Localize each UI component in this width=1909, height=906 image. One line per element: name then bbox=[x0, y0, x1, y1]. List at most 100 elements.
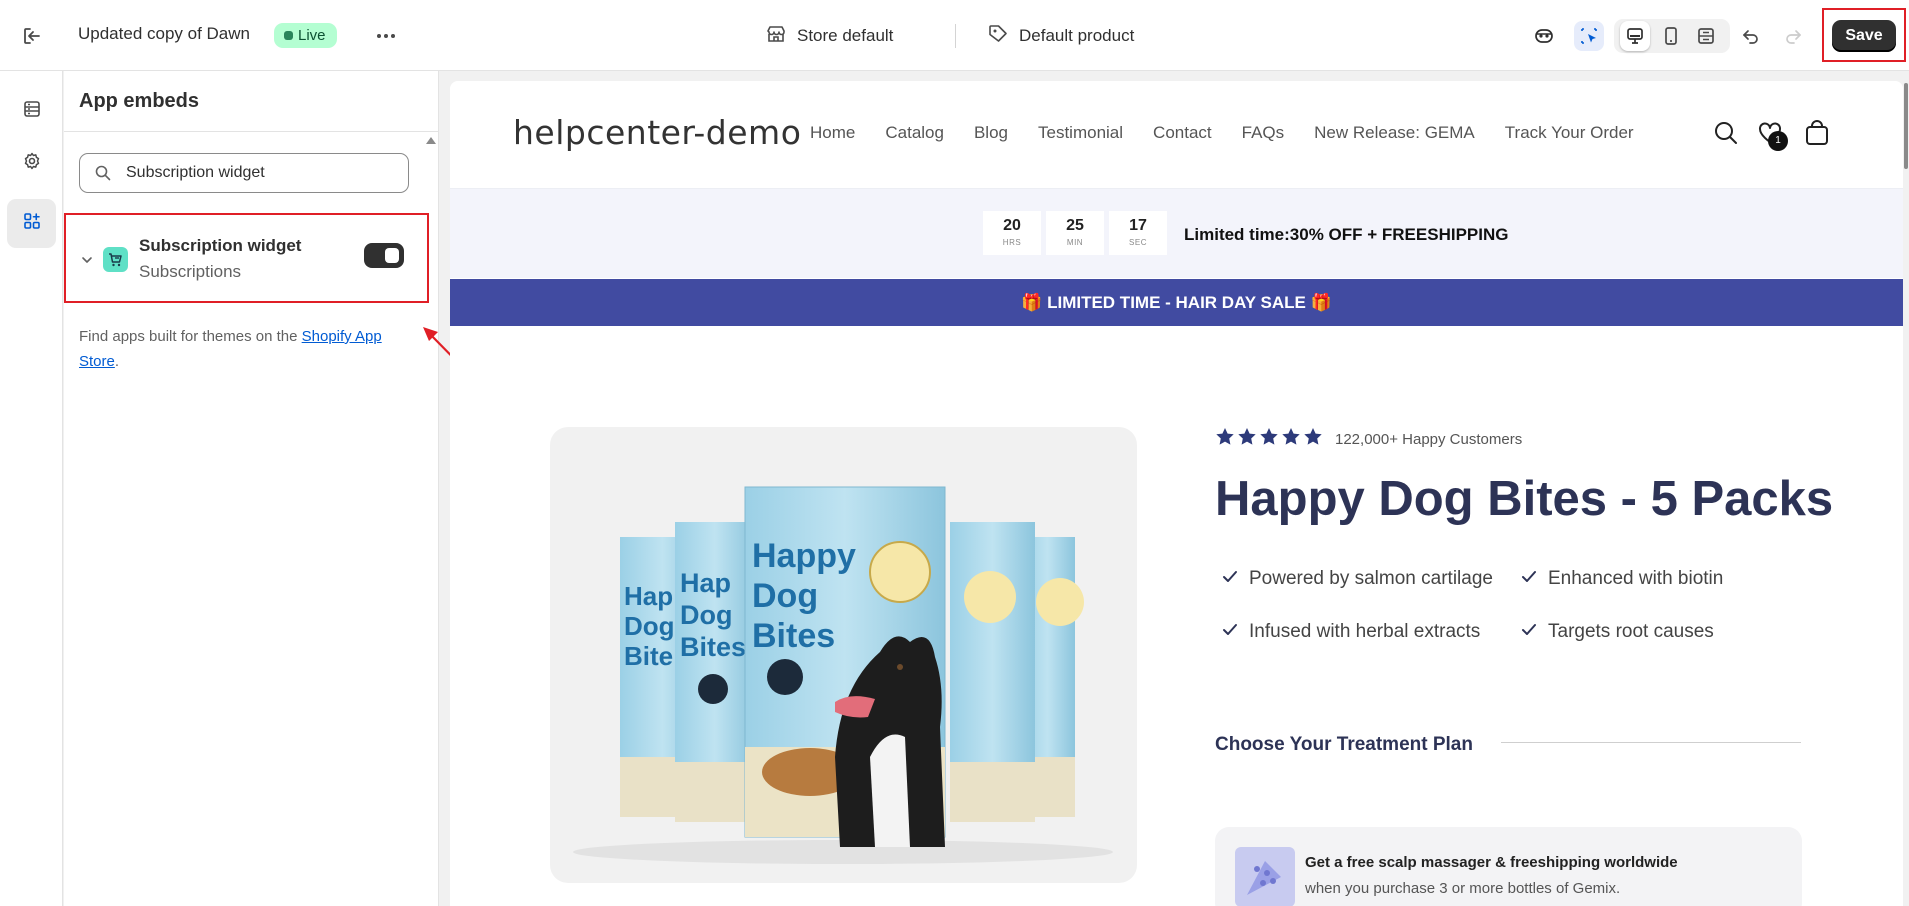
store-preview: helpcenter-demo Home Catalog Blog Testim… bbox=[450, 81, 1903, 906]
fullscreen-view-icon[interactable] bbox=[1691, 21, 1721, 51]
panel-title: App embeds bbox=[79, 90, 200, 112]
nav-track-order[interactable]: Track Your Order bbox=[1505, 123, 1634, 143]
countdown-bar: 20 HRS 25 MIN 17 SEC Limited time:30% OF… bbox=[450, 189, 1903, 278]
check-icon bbox=[1521, 568, 1537, 590]
rail-settings-button[interactable] bbox=[7, 139, 56, 188]
bag-text-line: Hap bbox=[680, 568, 731, 598]
hint-suffix: . bbox=[114, 353, 120, 370]
product-title: Happy Dog Bites - 5 Packs bbox=[1215, 472, 1834, 526]
wishlist-count-badge: 1 bbox=[1768, 131, 1788, 151]
nav-testimonial[interactable]: Testimonial bbox=[1038, 123, 1123, 143]
plan-heading-rule bbox=[1501, 742, 1801, 743]
rail-sections-button[interactable] bbox=[7, 87, 56, 136]
editor-topbar: Updated copy of Dawn Live Store default … bbox=[0, 0, 1909, 71]
save-button[interactable]: Save bbox=[1832, 20, 1896, 52]
panel-divider bbox=[64, 131, 439, 132]
check-icon bbox=[1222, 568, 1238, 590]
search-icon bbox=[94, 164, 112, 187]
store-search-icon[interactable] bbox=[1712, 119, 1740, 147]
dog-food-bags-illustration: Hap Dog Bite Hap Dog Bites Happy Dog Bit… bbox=[573, 486, 1113, 864]
chevron-down-icon[interactable] bbox=[80, 253, 94, 272]
benefit-text: Enhanced with biotin bbox=[1548, 568, 1724, 589]
countdown-seconds: 17 SEC bbox=[1109, 211, 1167, 255]
embed-app-name: Subscriptions bbox=[139, 262, 242, 281]
inspector-select-icon[interactable] bbox=[1574, 21, 1604, 51]
store-header: helpcenter-demo Home Catalog Blog Testim… bbox=[450, 81, 1903, 189]
search-input[interactable] bbox=[126, 162, 396, 184]
desktop-view-icon[interactable] bbox=[1620, 21, 1650, 51]
tag-icon bbox=[987, 23, 1009, 50]
store-nav: Home Catalog Blog Testimonial Contact FA… bbox=[810, 123, 1634, 143]
check-icon bbox=[1521, 621, 1537, 643]
countdown-hours-value: 20 bbox=[1003, 217, 1021, 234]
nav-blog[interactable]: Blog bbox=[974, 123, 1008, 143]
exit-icon[interactable] bbox=[20, 24, 44, 48]
countdown-hours-unit: HRS bbox=[1002, 238, 1022, 247]
treatment-plan-heading: Choose Your Treatment Plan bbox=[1215, 734, 1473, 755]
more-actions-icon[interactable] bbox=[372, 22, 400, 50]
template-selector[interactable]: Default product bbox=[987, 22, 1134, 50]
countdown-offer-text: Limited time:30% OFF + FREESHIPPING bbox=[1184, 225, 1509, 244]
preview-scrollbar-thumb[interactable] bbox=[1904, 83, 1908, 169]
countdown-minutes-unit: MIN bbox=[1066, 238, 1084, 247]
countdown-minutes-value: 25 bbox=[1066, 217, 1084, 234]
ai-assistant-icon[interactable] bbox=[1529, 21, 1559, 51]
bag-text-line: Bites bbox=[680, 632, 746, 662]
app-embeds-panel: App embeds Subscription widget Subscript… bbox=[64, 71, 439, 906]
benefit-text: Powered by salmon cartilage bbox=[1249, 568, 1493, 589]
countdown-seconds-value: 17 bbox=[1129, 217, 1147, 234]
scalp-massager-image bbox=[1235, 847, 1295, 906]
bag-text-line: Dog bbox=[624, 611, 675, 641]
theme-name: Updated copy of Dawn bbox=[78, 24, 250, 43]
mobile-view-icon[interactable] bbox=[1656, 21, 1686, 51]
live-badge: Live bbox=[274, 23, 337, 48]
bag-text-line: Hap bbox=[624, 581, 673, 611]
bag-text-line: Dog bbox=[752, 577, 818, 615]
product-image[interactable]: Hap Dog Bite Hap Dog Bites Happy Dog Bit… bbox=[550, 427, 1137, 883]
rating-text: 122,000+ Happy Customers bbox=[1335, 431, 1523, 448]
hint-text: Find apps built for themes on the bbox=[79, 328, 302, 345]
rating-stars bbox=[1215, 427, 1327, 447]
offer-title: Get a free scalp massager & freeshipping… bbox=[1305, 854, 1678, 871]
bag-text-line: Happy bbox=[752, 537, 856, 575]
store-logo[interactable]: helpcenter-demo bbox=[513, 113, 801, 152]
check-icon bbox=[1222, 621, 1238, 643]
template-selector-label: Default product bbox=[1019, 26, 1135, 45]
nav-new-release[interactable]: New Release: GEMA bbox=[1314, 123, 1475, 143]
sections-icon bbox=[22, 99, 42, 124]
store-selector[interactable]: Store default bbox=[765, 22, 893, 50]
embed-name: Subscription widget bbox=[139, 236, 302, 255]
benefit-text: Infused with herbal extracts bbox=[1249, 621, 1481, 642]
embed-search-field[interactable] bbox=[79, 153, 409, 193]
bag-text-line: Dog bbox=[680, 600, 732, 630]
nav-faqs[interactable]: FAQs bbox=[1242, 123, 1285, 143]
benefit-item: Targets root causes bbox=[1521, 621, 1714, 643]
bag-text-line: Bites bbox=[752, 617, 835, 655]
five-star-icon bbox=[1216, 428, 1322, 445]
countdown-minutes: 25 MIN bbox=[1046, 211, 1104, 255]
scroll-up-arrow-icon[interactable] bbox=[426, 137, 436, 144]
app-store-hint: Find apps built for themes on the Shopif… bbox=[79, 324, 424, 374]
undo-icon[interactable] bbox=[1736, 21, 1766, 51]
offer-subtitle: when you purchase 3 or more bottles of G… bbox=[1305, 880, 1621, 897]
free-gift-offer[interactable]: Get a free scalp massager & freeshipping… bbox=[1215, 827, 1802, 906]
redo-icon[interactable] bbox=[1778, 21, 1808, 51]
editor-rail bbox=[0, 71, 63, 906]
nav-home[interactable]: Home bbox=[810, 123, 855, 143]
store-selector-label: Store default bbox=[797, 26, 894, 45]
topbar-divider bbox=[955, 24, 956, 48]
apps-icon bbox=[22, 211, 42, 236]
benefit-item: Enhanced with biotin bbox=[1521, 568, 1723, 590]
nav-catalog[interactable]: Catalog bbox=[885, 123, 944, 143]
countdown-seconds-unit: SEC bbox=[1129, 238, 1147, 247]
promo-banner[interactable]: 🎁 LIMITED TIME - HAIR DAY SALE 🎁 bbox=[450, 279, 1903, 326]
nav-contact[interactable]: Contact bbox=[1153, 123, 1212, 143]
benefit-item: Infused with herbal extracts bbox=[1222, 621, 1480, 643]
rail-app-embeds-button[interactable] bbox=[7, 199, 56, 248]
benefit-text: Targets root causes bbox=[1548, 621, 1714, 642]
preview-scrollbar-track[interactable] bbox=[1903, 81, 1909, 906]
benefit-item: Powered by salmon cartilage bbox=[1222, 568, 1493, 590]
cart-icon[interactable] bbox=[1803, 119, 1831, 147]
embed-toggle[interactable] bbox=[364, 243, 404, 268]
countdown-hours: 20 HRS bbox=[983, 211, 1041, 255]
